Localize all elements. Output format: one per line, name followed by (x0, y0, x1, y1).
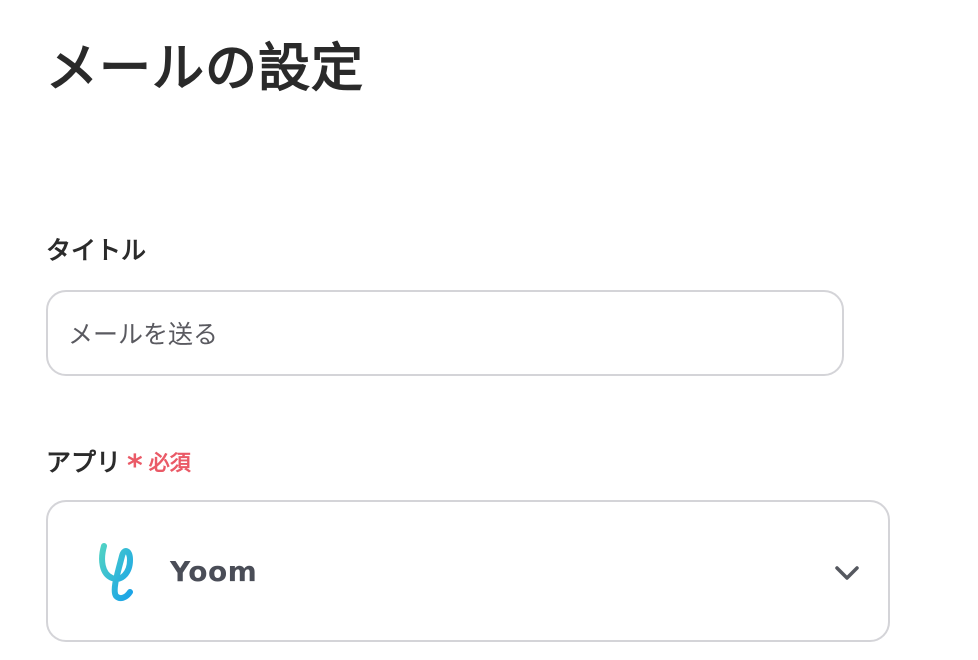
selected-app-name: Yoom (170, 555, 258, 588)
required-badge: 必須 (148, 451, 191, 475)
title-input[interactable]: メールを送る (46, 290, 844, 376)
yoom-logo-icon (96, 542, 144, 602)
app-field-label: アプリ * 必須 (46, 446, 191, 484)
required-asterisk: * (127, 449, 143, 484)
title-input-value: メールを送る (68, 320, 219, 349)
title-field-label: タイトル (46, 236, 147, 265)
app-select[interactable]: Yoom (46, 500, 890, 642)
chevron-down-icon (834, 564, 860, 582)
page-title: メールの設定 (46, 39, 365, 99)
app-label-text: アプリ (46, 448, 122, 477)
